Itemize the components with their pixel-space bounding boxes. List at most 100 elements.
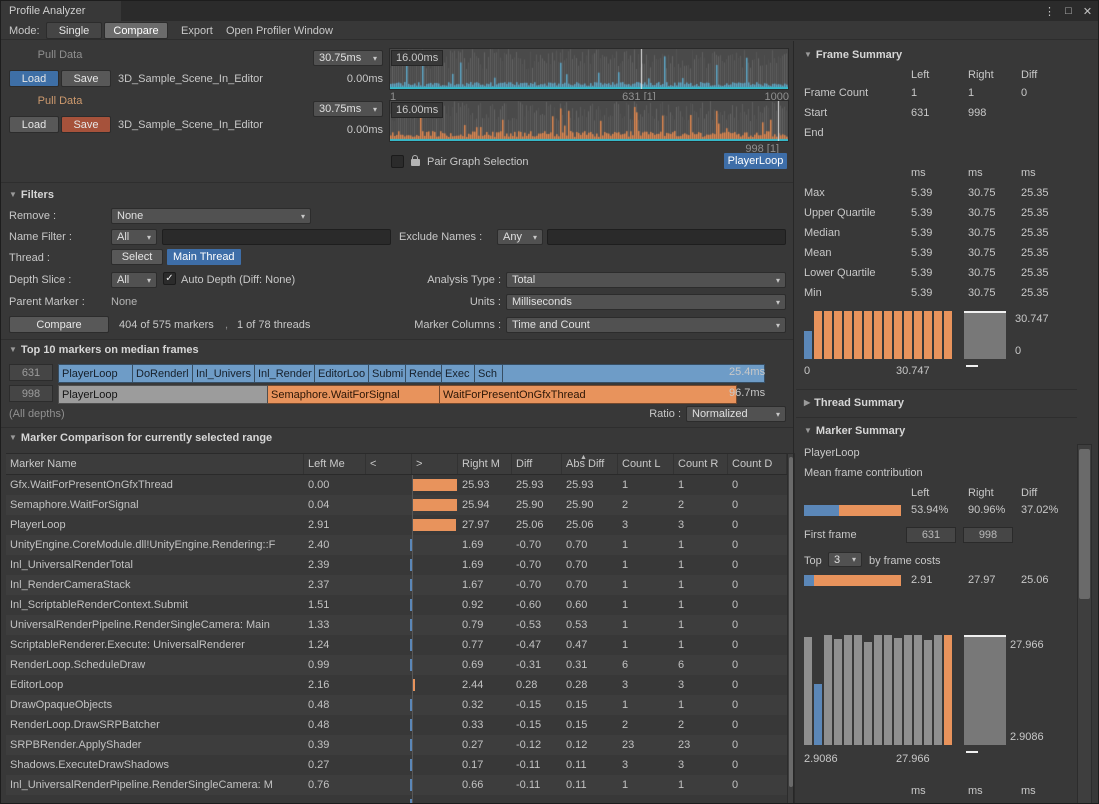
marker-segment[interactable]: Sch: [475, 364, 503, 383]
export-button[interactable]: Export: [181, 25, 213, 37]
table-row[interactable]: [6, 795, 787, 804]
units-dropdown[interactable]: Milliseconds▾: [506, 294, 786, 310]
table-cell: 2: [674, 495, 728, 515]
col-right-median[interactable]: Right M: [458, 454, 512, 474]
table-row[interactable]: UnityEngine.CoreModule.dll!UnityEngine.R…: [6, 535, 787, 555]
col-count-right[interactable]: Count R: [674, 454, 728, 474]
col-marker-name[interactable]: Marker Name: [6, 454, 304, 474]
exclude-mode-dropdown[interactable]: Any▾: [497, 229, 543, 245]
marker-segment[interactable]: DoRenderl: [133, 364, 193, 383]
comparison-section-header[interactable]: ▼Marker Comparison for currently selecte…: [9, 432, 272, 444]
marker-segment[interactable]: Semaphore.WaitForSignal: [268, 385, 440, 404]
table-row[interactable]: ScriptableRenderer.Execute: UniversalRen…: [6, 635, 787, 655]
save-right-button[interactable]: Save: [61, 116, 111, 133]
col-bar-left[interactable]: <: [366, 454, 412, 474]
exclude-names-input[interactable]: [547, 229, 786, 245]
ratio-dropdown[interactable]: Normalized▾: [686, 406, 786, 422]
first-frame-left-button[interactable]: 631: [906, 527, 956, 543]
col-diff[interactable]: Diff: [512, 454, 562, 474]
load-right-button[interactable]: Load: [9, 116, 59, 133]
top-n-dropdown[interactable]: 3▾: [828, 552, 862, 567]
mode-compare-button[interactable]: Compare: [104, 22, 168, 39]
load-left-button[interactable]: Load: [9, 70, 59, 87]
table-row[interactable]: Inl_UniversalRenderPipeline.RenderSingle…: [6, 775, 787, 795]
marker-segment[interactable]: Exec: [442, 364, 475, 383]
table-row[interactable]: DrawOpaqueObjects0.480.32-0.150.15110: [6, 695, 787, 715]
summary-scrollbar[interactable]: [1077, 444, 1092, 804]
save-left-button[interactable]: Save: [61, 70, 111, 87]
col-count-diff[interactable]: Count D: [728, 454, 787, 474]
table-row[interactable]: Semaphore.WaitForSignal0.0425.9425.9025.…: [6, 495, 787, 515]
summary-value: 30.75: [968, 247, 996, 259]
selected-marker-chip[interactable]: PlayerLoop: [724, 153, 787, 169]
marker-segment[interactable]: [503, 364, 765, 383]
marker-segment[interactable]: PlayerLoop: [58, 364, 133, 383]
frame-summary-header[interactable]: ▼Frame Summary: [804, 49, 902, 61]
name-filter-mode-dropdown[interactable]: All▾: [111, 229, 157, 245]
kebab-menu-icon[interactable]: ⋮: [1041, 1, 1058, 21]
table-cell: 0.11: [562, 755, 618, 775]
marker-summary-histogram[interactable]: [804, 635, 954, 745]
close-icon[interactable]: ✕: [1079, 1, 1096, 21]
summary-value: ms: [1021, 785, 1036, 797]
analysis-type-dropdown[interactable]: Total▾: [506, 272, 786, 288]
table-cell: 27.97: [458, 515, 512, 535]
right-range-dropdown[interactable]: 30.75ms▾: [313, 101, 383, 117]
marker-segment[interactable]: WaitForPresentOnGfxThread: [440, 385, 737, 404]
auto-depth-checkbox[interactable]: ✓: [163, 272, 176, 285]
table-cell: 0.17: [458, 755, 512, 775]
first-frame-right-button[interactable]: 998: [963, 527, 1013, 543]
col-abs-diff[interactable]: ▲Abs Diff: [562, 454, 618, 474]
col-count-left[interactable]: Count L: [618, 454, 674, 474]
top10-section-header[interactable]: ▼Top 10 markers on median frames: [9, 344, 199, 356]
mode-single-button[interactable]: Single: [46, 22, 102, 39]
window-tab[interactable]: Profile Analyzer: [1, 1, 121, 21]
pull-data-left-button[interactable]: Pull Data: [9, 49, 111, 61]
frame-summary-histogram[interactable]: [804, 311, 954, 359]
table-cell: 0.31: [562, 655, 618, 675]
table-row[interactable]: PlayerLoop2.9127.9725.0625.06330: [6, 515, 787, 535]
left-range-dropdown[interactable]: 30.75ms▾: [313, 50, 383, 66]
marker-columns-dropdown[interactable]: Time and Count▾: [506, 317, 786, 333]
thread-select-button[interactable]: Select: [111, 249, 163, 265]
col-right-label: Right: [968, 487, 994, 499]
table-cell: ScriptableRenderer.Execute: UniversalRen…: [6, 635, 304, 655]
summary-value: 5.39: [911, 227, 932, 239]
table-row[interactable]: Inl_UniversalRenderTotal2.391.69-0.700.7…: [6, 555, 787, 575]
marker-summary-header[interactable]: ▼Marker Summary: [804, 425, 905, 437]
thread-summary-header[interactable]: ▶Thread Summary: [804, 397, 904, 409]
marker-segment[interactable]: Inl_Univers: [193, 364, 255, 383]
right-frame-graph[interactable]: 16.00ms: [389, 100, 789, 142]
marker-segment[interactable]: Rende: [406, 364, 442, 383]
depth-mode-dropdown[interactable]: All▾: [111, 272, 157, 288]
table-row[interactable]: Gfx.WaitForPresentOnGfxThread0.0025.9325…: [6, 475, 787, 495]
marker-segment[interactable]: Inl_Render: [255, 364, 315, 383]
thread-value-chip[interactable]: Main Thread: [167, 249, 241, 265]
marker-segment[interactable]: EditorLoo: [315, 364, 369, 383]
table-row[interactable]: RenderLoop.ScheduleDraw0.990.69-0.310.31…: [6, 655, 787, 675]
table-row[interactable]: Inl_ScriptableRenderContext.Submit1.510.…: [6, 595, 787, 615]
frame-number-chip[interactable]: 631: [9, 364, 53, 381]
table-cell: [412, 475, 458, 495]
table-row[interactable]: EditorLoop2.162.440.280.28330: [6, 675, 787, 695]
pair-graph-checkbox[interactable]: [391, 155, 404, 168]
table-row[interactable]: RenderLoop.DrawSRPBatcher0.480.33-0.150.…: [6, 715, 787, 735]
table-cell: [412, 515, 458, 535]
col-left-median[interactable]: Left Me: [304, 454, 366, 474]
left-frame-graph[interactable]: 16.00ms: [389, 48, 789, 90]
table-row[interactable]: Inl_RenderCameraStack2.371.67-0.700.7011…: [6, 575, 787, 595]
table-row[interactable]: Shadows.ExecuteDrawShadows0.270.17-0.110…: [6, 755, 787, 775]
open-profiler-button[interactable]: Open Profiler Window: [226, 25, 333, 37]
frame-number-chip[interactable]: 998: [9, 385, 53, 402]
marker-segment[interactable]: PlayerLoop: [58, 385, 268, 404]
name-filter-input[interactable]: [162, 229, 391, 245]
col-bar-right[interactable]: >: [412, 454, 458, 474]
table-row[interactable]: SRPBRender.ApplyShader0.390.27-0.120.122…: [6, 735, 787, 755]
maximize-icon[interactable]: □: [1060, 1, 1077, 21]
pull-data-right-button[interactable]: Pull Data: [9, 95, 111, 107]
table-row[interactable]: UniversalRenderPipeline.RenderSingleCame…: [6, 615, 787, 635]
marker-segment[interactable]: Submi: [369, 364, 406, 383]
filters-section-header[interactable]: ▼Filters: [9, 189, 54, 201]
compare-button[interactable]: Compare: [9, 316, 109, 333]
remove-dropdown[interactable]: None▾: [111, 208, 311, 224]
